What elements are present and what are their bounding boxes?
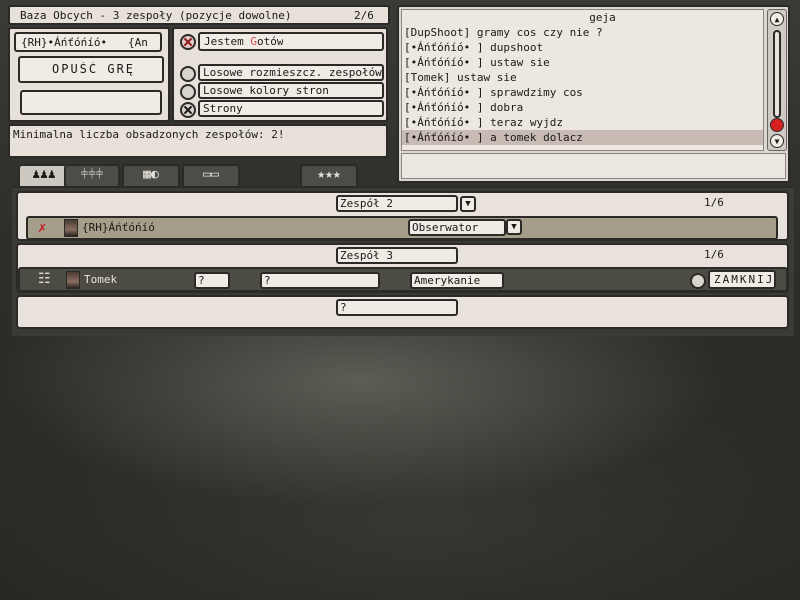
chevron-down-icon[interactable]: ▼ — [460, 196, 476, 212]
ready-label-suffix: otów — [256, 35, 284, 48]
ready-label-prefix: Jestem — [204, 35, 251, 48]
close-slot-button[interactable]: ZAMKNIJ — [708, 270, 776, 289]
tab-players[interactable]: ♟♟♟ — [18, 164, 70, 186]
sides-checkbox[interactable] — [180, 102, 196, 118]
team-name-field[interactable]: Zespół 2 — [336, 195, 458, 212]
slot-a-field[interactable]: ? — [194, 272, 230, 289]
chat-line: [•Áńťóńíó• ] dupshoot — [404, 41, 544, 54]
sliders-icon: ⫩⫩⫩ — [80, 167, 104, 182]
player-row: ☷ Tomek ? ? Amerykanie ZAMKNIJ — [18, 267, 788, 292]
chat-line: [•Áńťóńíó• ] teraz wyjdz — [404, 116, 563, 129]
ready-label-hotkey: G — [250, 35, 257, 48]
chat-line: [•Áńťóńíó• ] ustaw sie — [404, 56, 550, 69]
tab-bar: ♟♟♟ ⫩⫩⫩ ▦◐ ▭▭ ★★★ — [8, 163, 388, 187]
random-side-colors-field[interactable]: Losowe kolory stron — [198, 82, 384, 99]
rank-stars-icon: ★★★ — [317, 167, 341, 182]
players-icon: ♟♟♟ — [32, 167, 56, 182]
team-hierarchy-icon[interactable]: ☷ — [38, 271, 51, 287]
leave-game-label: OPUŚĆ GRĘ — [52, 62, 136, 76]
sides-field[interactable]: Strony — [198, 100, 384, 117]
player-side: Amerykanie — [414, 274, 481, 287]
slot-b-field[interactable]: ? — [260, 272, 380, 289]
scroll-thumb[interactable] — [770, 118, 784, 132]
chat-line: [DupShoot] gramy cos czy nie ? — [404, 26, 603, 39]
sides-label: Strony — [203, 102, 243, 115]
chat-scrollbar[interactable]: ▲ ▼ — [767, 9, 787, 151]
options-panel: Jestem Gotów Losowe rozmieszcz. zespołów… — [172, 27, 388, 122]
random-side-colors-checkbox[interactable] — [180, 84, 196, 100]
tab-computers[interactable]: ▭▭ — [182, 164, 240, 186]
leave-game-button[interactable]: OPUŚĆ GRĘ — [18, 56, 164, 83]
player-role-select[interactable]: Obserwator — [408, 219, 506, 236]
random-side-colors-label: Losowe kolory stron — [203, 84, 329, 97]
lobby-title: Baza Obcych - 3 zespoły (pozycje dowolne… — [20, 9, 292, 22]
team-count: 1/6 — [704, 196, 724, 209]
ready-label: Jestem Gotów — [204, 35, 283, 48]
tab-map[interactable]: ▦◐ — [122, 164, 180, 186]
chat-panel: geja [DupShoot] gramy cos czy nie ? [•Áńť… — [397, 5, 790, 183]
new-team-value: ? — [340, 301, 347, 314]
slot-a-value: ? — [198, 274, 205, 287]
chat-line: [•Áńťóńíó• ] a tomek dolacz — [402, 130, 763, 145]
avatar — [66, 271, 80, 289]
tab-settings[interactable]: ⫩⫩⫩ — [64, 164, 120, 186]
close-slot-checkbox[interactable] — [690, 273, 706, 289]
chat-header: geja — [589, 11, 616, 24]
player-side-select[interactable]: Amerykanie — [410, 272, 504, 289]
player-role: Obserwator — [412, 221, 479, 234]
player-name-field: {RH}•Áńťóńíó• {An — [14, 32, 162, 52]
info-text: Minimalna liczba obsadzonych zespołów: 2… — [13, 128, 285, 141]
chat-lines: [DupShoot] gramy cos czy nie ? [•Áńťóńíó•… — [402, 25, 763, 145]
empty-action-button[interactable] — [20, 90, 162, 115]
chat-line: [•Áńťóńíó• ] dobra — [404, 101, 524, 114]
lobby-title-bar: Baza Obcych - 3 zespoły (pozycje dowolne… — [8, 5, 390, 25]
random-team-placement-checkbox[interactable] — [180, 66, 196, 82]
slot-b-value: ? — [264, 274, 271, 287]
close-slot-label: ZAMKNIJ — [714, 273, 775, 286]
player-row-name: Tomek — [84, 273, 118, 286]
random-team-placement-label: Losowe rozmieszcz. zespołów — [203, 66, 382, 79]
player-row: ✗ {RH}Áńťóńíó Obserwator ▼ — [26, 216, 778, 240]
random-team-placement-field[interactable]: Losowe rozmieszcz. zespołów — [198, 64, 384, 81]
player-count: 2/6 — [354, 9, 374, 22]
chat-log: geja [DupShoot] gramy cos czy nie ? [•Áńť… — [401, 9, 764, 151]
info-box: Minimalna liczba obsadzonych zespołów: 2… — [8, 124, 388, 158]
team-panel-new: ? — [16, 295, 789, 329]
player-row-name: {RH}Áńťóńíó — [82, 221, 155, 234]
player-row-nick: Áńťóńíó — [108, 221, 155, 234]
ready-field[interactable]: Jestem Gotów — [198, 32, 384, 51]
scroll-track[interactable] — [773, 30, 781, 118]
ready-checkbox[interactable] — [180, 34, 196, 50]
computers-icon: ▭▭ — [203, 167, 219, 182]
team-count: 1/6 — [704, 248, 724, 261]
player-name: {RH}•Áńťóńíó• — [21, 36, 108, 49]
team-panel-3: Zespół 3 1/6 ☷ Tomek ? ? Amerykanie ZAMK… — [16, 243, 789, 293]
tab-ranks[interactable]: ★★★ — [300, 164, 358, 186]
team-name: Zespół 2 — [340, 197, 393, 210]
chat-line: [Tomek] ustaw sie — [404, 71, 517, 84]
team-panel-2: Zespół 2 ▼ 1/6 ✗ {RH}Áńťóńíó Obserwator … — [16, 191, 789, 241]
chevron-down-icon[interactable]: ▼ — [506, 219, 522, 235]
map-icon: ▦◐ — [143, 167, 159, 182]
chat-line: [•Áńťóńíó• ] sprawdzimy cos — [404, 86, 583, 99]
avatar — [64, 219, 78, 237]
team-name: Zespół 3 — [340, 249, 393, 262]
player-tag: {An — [128, 36, 148, 49]
scroll-down-icon[interactable]: ▼ — [770, 134, 784, 148]
scroll-up-icon[interactable]: ▲ — [770, 12, 784, 26]
player-row-tag: {RH} — [82, 221, 109, 234]
team-name-field[interactable]: Zespół 3 — [336, 247, 458, 264]
new-team-field[interactable]: ? — [336, 299, 458, 316]
kick-player-icon[interactable]: ✗ — [38, 220, 46, 236]
chat-input[interactable] — [401, 153, 786, 179]
player-panel: {RH}•Áńťóńíó• {An OPUŚĆ GRĘ — [8, 27, 170, 122]
